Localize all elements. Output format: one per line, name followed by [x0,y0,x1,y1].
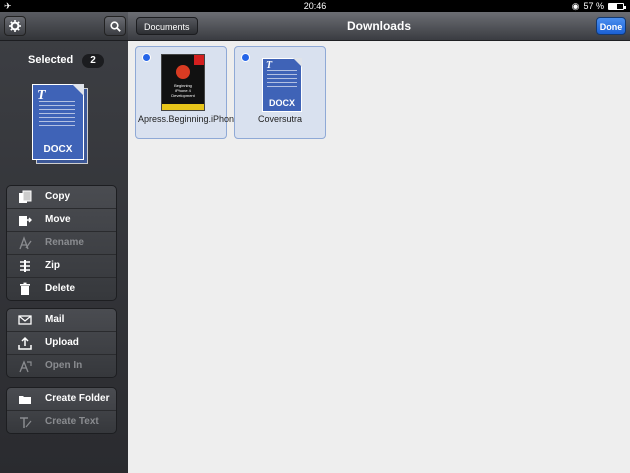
preview-doc-type: DOCX [43,144,73,155]
battery-percent: 57 % [583,1,604,11]
zip-label: Zip [45,260,60,271]
open-in-label: Open In [45,360,83,371]
create-folder-button[interactable]: Create Folder [7,388,116,411]
copy-label: Copy [45,191,70,202]
status-bar: ✈ 20:46 ◉ 57 % [0,0,630,12]
rename-button[interactable]: Rename [7,232,116,255]
navigation-bar: Documents Downloads Done [128,12,630,41]
status-time: 20:46 [303,1,327,11]
search-button[interactable] [104,16,126,36]
file-item-apress[interactable]: Beginning iPhone 4 Development Apress.Beg… [135,46,319,139]
rename-label: Rename [45,237,84,248]
selected-label: Selected [28,54,74,66]
mail-label: Mail [45,314,65,325]
folder-icon [19,396,31,404]
open-in-icon [19,360,32,373]
delete-label: Delete [45,283,76,294]
docx-type-label: DOCX [268,98,295,108]
trash-icon [20,282,30,295]
move-button[interactable]: Move [7,209,116,232]
create-text-button[interactable]: Create Text [7,411,116,433]
battery-fill [609,3,617,9]
file-name: Apress.Beginning.iPhone.4.Deve.....SDK.J… [138,114,319,124]
done-button[interactable]: Done [596,17,626,35]
create-actions-group: Create Folder Create Text [6,387,117,434]
selection-summary: Selected 2 [0,54,128,70]
copy-button[interactable]: Copy [7,186,116,209]
upload-label: Upload [45,337,79,348]
sidebar: Selected 2 T DOCX Copy Move Rename Zip D… [0,12,128,473]
preview-doc: T DOCX [32,84,84,160]
create-folder-label: Create Folder [45,393,110,404]
search-icon [109,20,121,32]
settings-button[interactable] [4,16,26,36]
book-cover-thumbnail: Beginning iPhone 4 Development [161,54,205,111]
mail-icon [18,315,32,325]
battery-icon [608,2,626,10]
text-icon [20,417,32,428]
copy-icon [19,190,32,203]
zip-button[interactable]: Zip [7,255,116,278]
selection-preview: T DOCX [32,84,90,174]
upload-icon [18,336,32,350]
zip-icon [20,260,30,272]
upload-button[interactable]: Upload [7,332,116,355]
move-icon [19,216,32,226]
docx-thumbnail: T DOCX [262,58,302,112]
move-label: Move [45,214,71,225]
file-item-coversutra[interactable]: T DOCX Coversutra [234,46,326,139]
share-actions-group: Mail Upload Open In [6,308,117,378]
create-text-label: Create Text [45,416,99,427]
page-title: Downloads [346,19,411,33]
rename-icon [19,236,32,250]
rotation-lock-icon: ◉ [571,1,580,11]
file-name: Coversutra [257,114,302,124]
selection-indicator [142,53,151,62]
selected-count-badge: 2 [82,54,104,68]
delete-button[interactable]: Delete [7,278,116,300]
mail-button[interactable]: Mail [7,309,116,332]
selection-indicator [241,53,250,62]
open-in-button[interactable]: Open In [7,355,116,377]
sidebar-toolbar [0,12,128,41]
gear-icon [9,20,21,32]
file-actions-group: Copy Move Rename Zip Delete [6,185,117,301]
file-browser: Documents Downloads Done Beginning iPhone… [128,12,630,473]
